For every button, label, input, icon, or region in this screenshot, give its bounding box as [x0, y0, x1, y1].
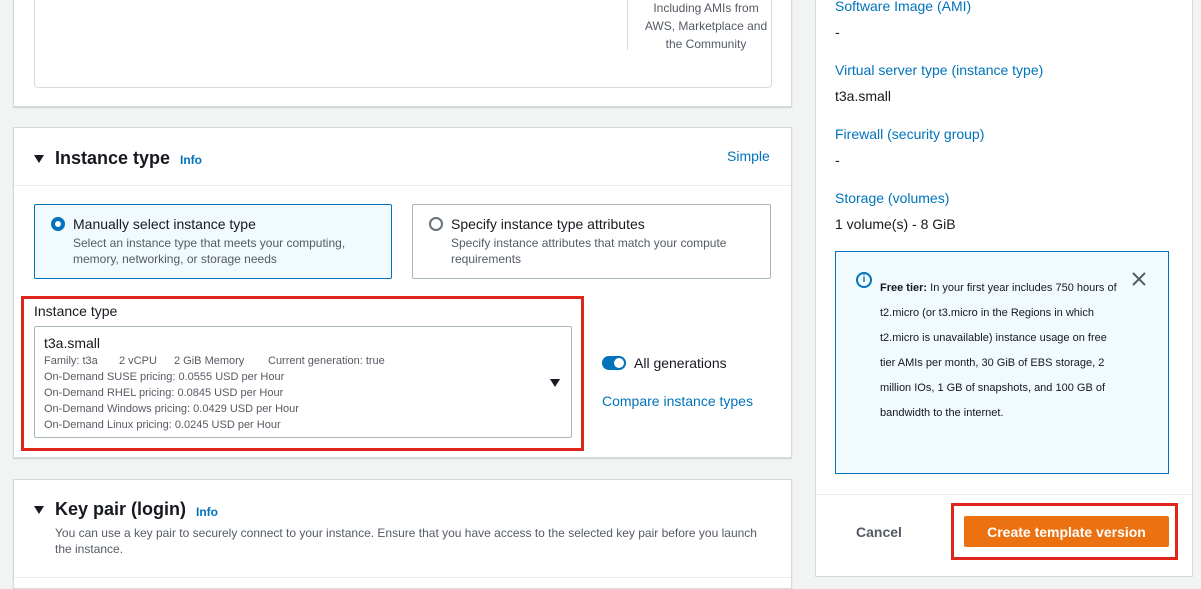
- compare-instance-types-link[interactable]: Compare instance types: [602, 393, 753, 409]
- section-divider: [14, 185, 791, 186]
- pricing-linux: On-Demand Linux pricing: 0.0245 USD per …: [44, 419, 281, 431]
- option-desc-line: Specify instance attributes that match y…: [451, 236, 727, 250]
- summary-firewall-value: -: [835, 152, 840, 168]
- summary-instance-value: t3a.small: [835, 88, 892, 104]
- option-desc: Specify instance attributes that match y…: [451, 235, 726, 267]
- instance-memory: 2 GiB Memory: [174, 355, 245, 367]
- pricing-rhel: On-Demand RHEL pricing: 0.0845 USD per H…: [44, 387, 284, 399]
- radio-specify-attributes[interactable]: [429, 217, 443, 231]
- ami-caption-line: the Community: [665, 37, 747, 51]
- close-icon[interactable]: [1130, 270, 1148, 288]
- key-pair-description: You can use a key pair to securely conne…: [55, 525, 775, 557]
- pricing-suse: On-Demand SUSE pricing: 0.0555 USD per H…: [44, 371, 285, 383]
- info-circle-icon: i: [856, 272, 872, 288]
- instance-generation: Current generation: true: [268, 355, 385, 367]
- option-title: Specify instance type attributes: [451, 216, 645, 232]
- option-desc-line: requirements: [451, 252, 522, 266]
- create-template-version-button[interactable]: Create template version: [964, 516, 1169, 547]
- key-pair-info-link[interactable]: Info: [196, 505, 218, 519]
- collapse-caret-icon[interactable]: [34, 506, 44, 514]
- key-pair-desc-line: the instance.: [55, 542, 124, 556]
- ami-caption-line: AWS, Marketplace and: [644, 19, 768, 33]
- ami-caption: Including AMIs from AWS, Marketplace and…: [635, 0, 777, 53]
- instance-type-heading: Instance type: [55, 148, 171, 168]
- key-pair-heading: Key pair (login): [55, 499, 187, 519]
- summary-storage-label[interactable]: Storage (volumes): [835, 190, 949, 206]
- instance-type-selected-value: t3a.small: [44, 335, 101, 351]
- ami-divider: [627, 0, 628, 50]
- simple-mode-link[interactable]: Simple: [727, 148, 770, 164]
- instance-vcpu: 2 vCPU: [119, 355, 157, 367]
- free-tier-text: Free tier: In your first year includes 7…: [880, 276, 1120, 426]
- option-desc-line: Select an instance type that meets your …: [73, 236, 346, 250]
- summary-firewall-label[interactable]: Firewall (security group): [835, 126, 984, 142]
- key-pair-desc-line: You can use a key pair to securely conne…: [55, 526, 757, 540]
- option-desc-line: memory, networking, or storage needs: [73, 252, 277, 266]
- free-tier-body: In your first year includes 750 hours of…: [880, 282, 1117, 419]
- radio-manual-select[interactable]: [51, 217, 65, 231]
- pricing-windows: On-Demand Windows pricing: 0.0429 USD pe…: [44, 403, 299, 415]
- option-desc: Select an instance type that meets your …: [73, 235, 345, 267]
- summary-ami-value: -: [835, 24, 840, 40]
- free-tier-bold: Free tier:: [880, 282, 928, 294]
- ami-caption-line: Including AMIs from: [653, 1, 759, 15]
- summary-ami-label[interactable]: Software Image (AMI): [835, 0, 971, 14]
- instance-family: Family: t3a: [44, 355, 98, 367]
- create-button-label: Create template version: [987, 524, 1146, 540]
- collapse-caret-icon[interactable]: [34, 155, 44, 163]
- instance-type-info-link[interactable]: Info: [180, 153, 202, 167]
- ami-browse-box: Including AMIs from AWS, Marketplace and…: [34, 0, 772, 88]
- summary-instance-label[interactable]: Virtual server type (instance type): [835, 62, 1043, 78]
- all-generations-toggle[interactable]: [602, 356, 626, 370]
- cancel-button[interactable]: Cancel: [856, 524, 902, 540]
- all-generations-label: All generations: [634, 355, 727, 371]
- section-divider: [14, 577, 791, 578]
- instance-type-field-label: Instance type: [34, 303, 118, 319]
- summary-storage-value: 1 volume(s) - 8 GiB: [835, 216, 956, 232]
- instance-type-select[interactable]: t3a.small Family: t3a 2 vCPU 2 GiB Memor…: [34, 326, 572, 438]
- dropdown-arrow-icon[interactable]: [550, 379, 560, 387]
- option-title: Manually select instance type: [73, 216, 256, 232]
